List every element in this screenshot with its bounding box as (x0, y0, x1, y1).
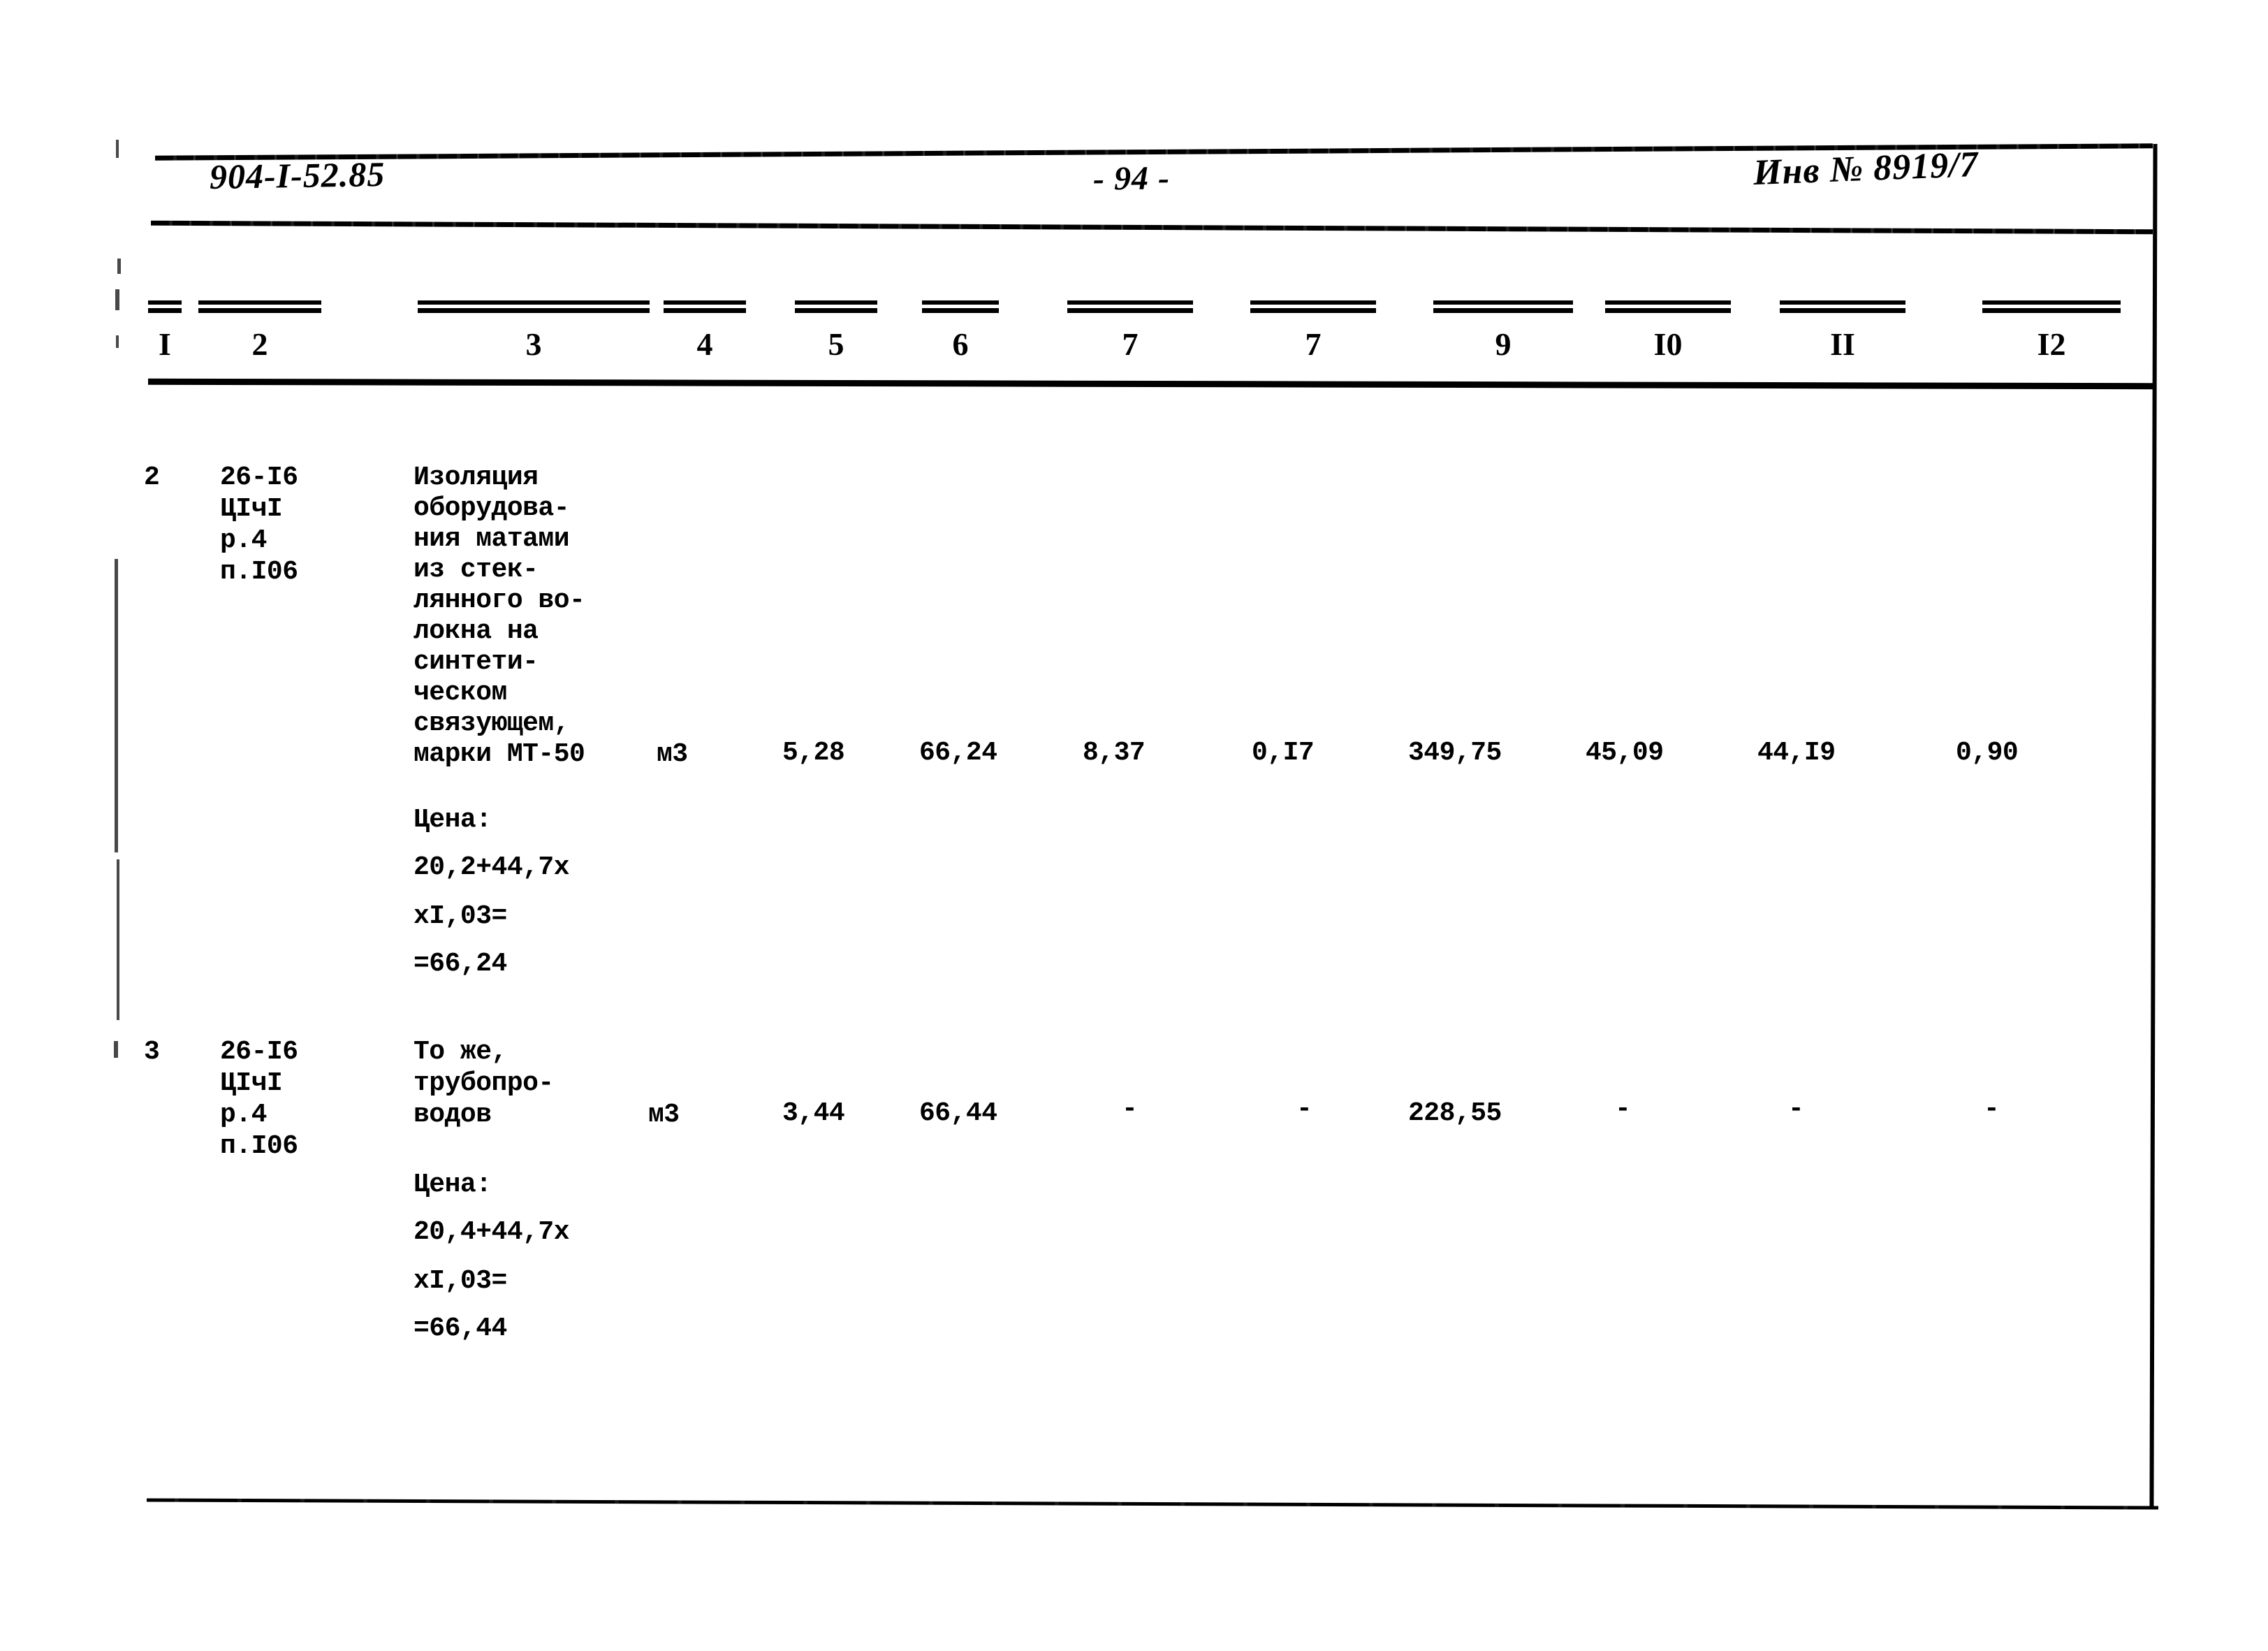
row-description-line: водов (414, 1100, 492, 1130)
column-header-4: 4 (696, 326, 713, 362)
page-frame-bottom-border (147, 1498, 2158, 1510)
column-rule (664, 300, 746, 313)
scan-artifact (114, 1041, 118, 1058)
row-description-line: ческом (414, 678, 507, 708)
column-header-12: I2 (2037, 326, 2066, 362)
column-rule (795, 300, 877, 313)
row-description-line: То же, (414, 1037, 507, 1067)
document-code: 904-I-52.85 (209, 154, 386, 196)
column-header-3: 3 (525, 326, 542, 362)
row-price-note-line: Цена: (414, 805, 492, 835)
row-value-11: 44,I9 (1757, 738, 1836, 768)
row-description-line: трубопро- (414, 1068, 554, 1098)
row-description-line: связующем, (414, 708, 570, 739)
row-value-6: 66,24 (919, 738, 997, 768)
column-header-11: II (1830, 326, 1855, 362)
row-description-line: ния матами (414, 524, 570, 554)
row-code-line: 26-I6 (220, 1037, 298, 1067)
document-page: 904-I-52.85 - 94 - Инв № 8919/7 I 2 3 4 … (0, 0, 2268, 1651)
row-price-note-line: =66,44 (414, 1314, 507, 1344)
row-value-7: 8,37 (1083, 738, 1146, 768)
row-value-8: 0,I7 (1252, 738, 1315, 768)
row-price-note-line: 20,4+44,7х (414, 1217, 570, 1247)
row-code-line: п.I06 (220, 557, 298, 587)
row-value-8: - (1296, 1094, 1312, 1124)
page-number: - 94 - (1092, 159, 1171, 198)
row-position-number: 3 (144, 1037, 160, 1067)
column-rule (1433, 300, 1573, 313)
row-position-number: 2 (144, 463, 160, 493)
header-bottom-rule (150, 220, 2153, 235)
row-description-line: из стек- (414, 555, 539, 585)
scan-artifact (115, 559, 118, 852)
row-value-12: - (1984, 1094, 2000, 1124)
row-code-line: 26-I6 (220, 463, 298, 493)
column-rule (418, 300, 650, 313)
row-value-11: - (1788, 1094, 1804, 1124)
row-code-line: р.4 (220, 525, 267, 555)
column-rule (1982, 300, 2121, 313)
inventory-number: Инв № 8919/7 (1753, 144, 1980, 194)
row-description-line: марки МТ-50 (414, 739, 585, 769)
row-description-line: синтети- (414, 647, 539, 677)
row-description-line: Изоляция (414, 463, 539, 493)
column-rule (1780, 300, 1905, 313)
row-description-line: лянного во- (414, 586, 585, 616)
column-rule (1250, 300, 1376, 313)
row-code-line: р.4 (220, 1100, 267, 1130)
column-header-1: I (159, 326, 171, 362)
scan-artifact (117, 259, 121, 274)
column-rule (1067, 300, 1193, 313)
scan-artifact (117, 859, 119, 1020)
row-price-note-line: хI,03= (414, 1266, 507, 1296)
column-rule (198, 300, 321, 313)
row-value-7: - (1122, 1094, 1138, 1124)
row-description-line: локна на (414, 616, 539, 646)
column-header-10: I0 (1653, 326, 1683, 362)
row-value-9: 349,75 (1408, 738, 1502, 768)
column-header-5: 5 (828, 326, 844, 362)
row-value-12: 0,90 (1956, 738, 2019, 768)
column-header-7: 7 (1122, 326, 1139, 362)
table-column-header-row: I 2 3 4 5 6 7 7 9 I0 II I2 (0, 300, 2268, 391)
row-code-line: п.I06 (220, 1131, 298, 1161)
column-header-8: 7 (1305, 326, 1322, 362)
scan-artifact (116, 140, 119, 158)
row-price-note-line: Цена: (414, 1170, 492, 1200)
row-value-10: 45,09 (1586, 738, 1664, 768)
column-rule (148, 300, 182, 313)
row-price-note-line: =66,24 (414, 949, 507, 979)
row-unit: м3 (648, 1100, 680, 1130)
column-rule (922, 300, 999, 313)
row-price-note-line: хI,03= (414, 901, 507, 931)
column-header-9: 9 (1495, 326, 1512, 362)
row-value-6: 66,44 (919, 1098, 997, 1128)
row-code-line: ЦIчI (220, 1068, 283, 1098)
column-header-6: 6 (952, 326, 969, 362)
row-value-5: 5,28 (782, 738, 845, 768)
row-value-5: 3,44 (782, 1098, 845, 1128)
row-description-line: оборудова- (414, 493, 570, 523)
column-rule (1605, 300, 1731, 313)
row-price-note-line: 20,2+44,7х (414, 852, 570, 882)
row-value-10: - (1615, 1094, 1631, 1124)
row-unit: м3 (657, 739, 688, 769)
column-header-2: 2 (251, 326, 268, 362)
row-value-9: 228,55 (1408, 1098, 1502, 1128)
row-code-line: ЦIчI (220, 494, 283, 524)
